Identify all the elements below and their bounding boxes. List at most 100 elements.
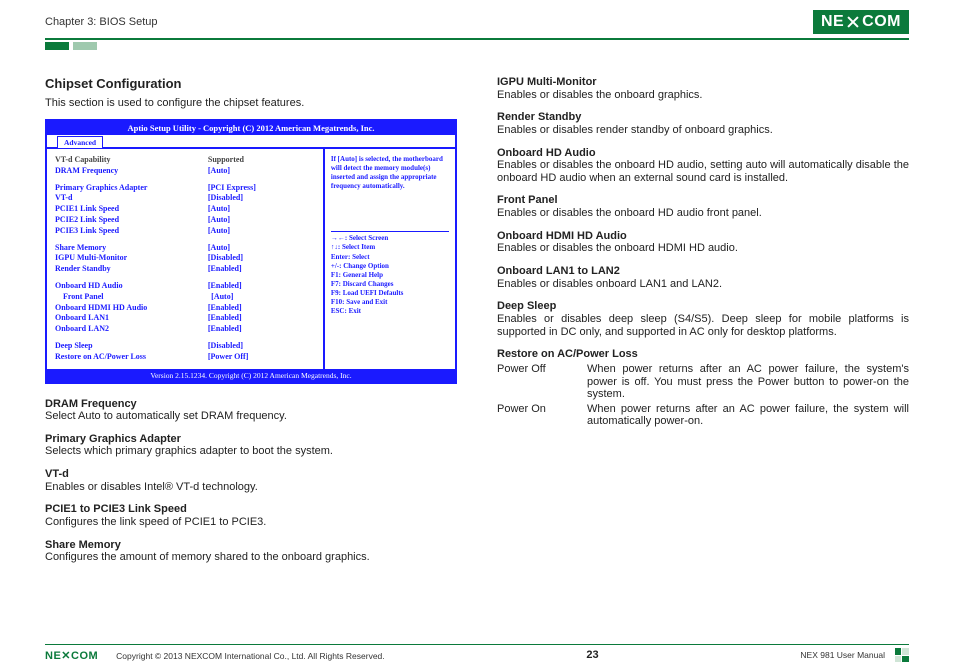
description-item: Share MemoryConfigures the amount of mem… xyxy=(45,539,457,564)
description-text: Enables or disables the onboard graphics… xyxy=(497,89,909,102)
bios-setting-row: Onboard HD Audio[Enabled] xyxy=(55,281,315,292)
description-item: VT-dEnables or disables Intel® VT-d tech… xyxy=(45,468,457,493)
bios-key-line: ↑↓: Select Item xyxy=(331,243,449,252)
bios-setting-value: [Disabled] xyxy=(208,253,315,264)
description-item: Primary Graphics AdapterSelects which pr… xyxy=(45,433,457,458)
description-term: Render Standby xyxy=(497,111,909,124)
bios-setting-label: PCIE2 Link Speed xyxy=(55,215,208,226)
page-content: Chipset Configuration This section is us… xyxy=(0,56,954,574)
description-text: Enables or disables Intel® VT-d technolo… xyxy=(45,481,457,494)
section-title: Chipset Configuration xyxy=(45,76,457,91)
bios-setting-value: [Enabled] xyxy=(208,281,315,292)
description-item: Render StandbyEnables or disables render… xyxy=(497,111,909,136)
right-descriptions: IGPU Multi-MonitorEnables or disables th… xyxy=(497,76,909,338)
footer-row: NE✕COM Copyright © 2013 NEXCOM Internati… xyxy=(45,648,909,662)
bios-setting-label: Deep Sleep xyxy=(55,341,208,352)
bios-setting-label: Share Memory xyxy=(55,243,208,254)
description-term: DRAM Frequency xyxy=(45,398,457,411)
bios-body: VT-d CapabilitySupportedDRAM Frequency[A… xyxy=(47,149,455,369)
bios-key-line: F7: Discard Changes xyxy=(331,280,449,289)
description-text: Configures the link speed of PCIE1 to PC… xyxy=(45,516,457,529)
description-term: Onboard LAN1 to LAN2 xyxy=(497,265,909,278)
bios-setting-value: [Disabled] xyxy=(208,341,315,352)
bios-setting-row: Deep Sleep[Disabled] xyxy=(55,341,315,352)
bios-setting-label: VT-d Capability xyxy=(55,155,208,166)
bios-help-panel: If [Auto] is selected, the motherboard w… xyxy=(325,149,455,369)
restore-option-row: Power OnWhen power returns after an AC p… xyxy=(497,403,909,428)
bios-setting-value: [Power Off] xyxy=(208,352,315,363)
bios-help-divider xyxy=(331,231,449,232)
description-text: Enables or disables onboard LAN1 and LAN… xyxy=(497,278,909,291)
bios-setting-value: [Auto] xyxy=(208,215,315,226)
restore-option-row: Power OffWhen power returns after an AC … xyxy=(497,363,909,401)
bios-tab-row: Advanced xyxy=(47,135,455,149)
description-term: VT-d xyxy=(45,468,457,481)
bios-setting-label: Front Panel xyxy=(55,292,211,303)
description-term: Front Panel xyxy=(497,194,909,207)
description-item: PCIE1 to PCIE3 Link SpeedConfigures the … xyxy=(45,503,457,528)
chapter-label: Chapter 3: BIOS Setup xyxy=(45,16,158,28)
bios-setting-label: IGPU Multi-Monitor xyxy=(55,253,208,264)
restore-options: Power OffWhen power returns after an AC … xyxy=(497,363,909,428)
bios-title-bar: Aptio Setup Utility - Copyright (C) 2012… xyxy=(47,121,455,135)
page-footer: NE✕COM Copyright © 2013 NEXCOM Internati… xyxy=(45,644,909,663)
description-text: Enables or disables the onboard HD audio… xyxy=(497,159,909,184)
bios-setting-label: Render Standby xyxy=(55,264,208,275)
description-item: IGPU Multi-MonitorEnables or disables th… xyxy=(497,76,909,101)
bios-setting-row: PCIE3 Link Speed[Auto] xyxy=(55,226,315,237)
description-item: DRAM FrequencySelect Auto to automatical… xyxy=(45,398,457,423)
description-term: Primary Graphics Adapter xyxy=(45,433,457,446)
footer-left: NE✕COM Copyright © 2013 NEXCOM Internati… xyxy=(45,649,385,662)
bios-setting-label: Restore on AC/Power Loss xyxy=(55,352,208,363)
description-item: Onboard HD AudioEnables or disables the … xyxy=(497,147,909,185)
bios-key-line: F9: Load UEFI Defaults xyxy=(331,289,449,298)
bios-setting-value: [Auto] xyxy=(208,226,315,237)
description-text: Selects which primary graphics adapter t… xyxy=(45,445,457,458)
description-term: Onboard HDMI HD Audio xyxy=(497,230,909,243)
bios-setting-value: [Auto] xyxy=(208,166,315,177)
bios-setting-value: [Enabled] xyxy=(208,313,315,324)
bios-key-line: F1: General Help xyxy=(331,271,449,280)
bios-setting-row: Share Memory[Auto] xyxy=(55,243,315,254)
bios-setting-row: Render Standby[Enabled] xyxy=(55,264,315,275)
footer-manual: NEX 981 User Manual xyxy=(800,650,885,660)
restore-option-key: Power Off xyxy=(497,363,587,401)
header-rule xyxy=(45,38,909,40)
bios-setting-value: [Enabled] xyxy=(208,324,315,335)
description-text: Enables or disables render standby of on… xyxy=(497,124,909,137)
bios-setting-row: DRAM Frequency[Auto] xyxy=(55,166,315,177)
bios-setting-label: Onboard HD Audio xyxy=(55,281,208,292)
bios-setting-row: VT-d[Disabled] xyxy=(55,193,315,204)
description-text: Enables or disables the onboard HD audio… xyxy=(497,207,909,220)
description-term: PCIE1 to PCIE3 Link Speed xyxy=(45,503,457,516)
bios-help-text: If [Auto] is selected, the motherboard w… xyxy=(331,155,449,191)
bios-setting-label: PCIE3 Link Speed xyxy=(55,226,208,237)
description-term: IGPU Multi-Monitor xyxy=(497,76,909,89)
brand-logo: NE COM xyxy=(813,10,909,34)
bios-key-line: ESC: Exit xyxy=(331,307,449,316)
description-term: Share Memory xyxy=(45,539,457,552)
bios-setting-value: Supported xyxy=(208,155,315,166)
bios-setting-row: Onboard LAN1[Enabled] xyxy=(55,313,315,324)
bios-setting-label: DRAM Frequency xyxy=(55,166,208,177)
page-number: 23 xyxy=(586,649,598,661)
description-item: Onboard HDMI HD AudioEnables or disables… xyxy=(497,230,909,255)
restore-option-value: When power returns after an AC power fai… xyxy=(587,403,909,428)
restore-option-value: When power returns after an AC power fai… xyxy=(587,363,909,401)
bios-screenshot: Aptio Setup Utility - Copyright (C) 2012… xyxy=(45,119,457,384)
footer-squares-icon xyxy=(895,648,909,662)
description-text: Select Auto to automatically set DRAM fr… xyxy=(45,410,457,423)
logo-x-icon xyxy=(847,16,859,28)
bios-setting-value: [Disabled] xyxy=(208,193,315,204)
left-column: Chipset Configuration This section is us… xyxy=(45,76,457,574)
description-item: Front PanelEnables or disables the onboa… xyxy=(497,194,909,219)
restore-option-key: Power On xyxy=(497,403,587,428)
bios-setting-row: PCIE1 Link Speed[Auto] xyxy=(55,204,315,215)
bios-setting-value: [Auto] xyxy=(211,292,315,303)
bios-key-line: →←: Select Screen xyxy=(331,234,449,243)
description-term: Onboard HD Audio xyxy=(497,147,909,160)
bios-setting-label: VT-d xyxy=(55,193,208,204)
bios-setting-value: [Auto] xyxy=(208,204,315,215)
left-descriptions: DRAM FrequencySelect Auto to automatical… xyxy=(45,398,457,564)
bios-tab-advanced: Advanced xyxy=(57,136,103,148)
